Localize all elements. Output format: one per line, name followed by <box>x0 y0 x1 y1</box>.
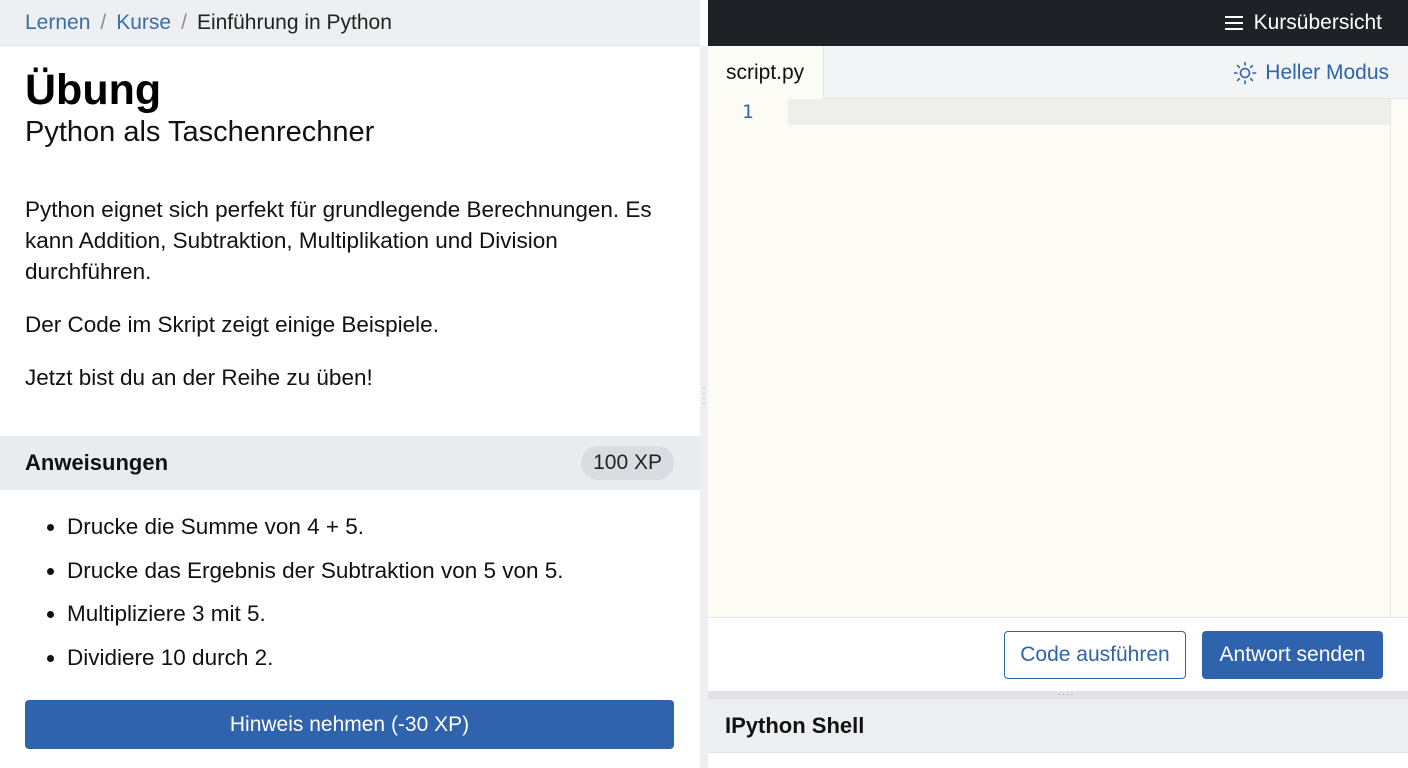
breadcrumb: Lernen / Kurse / Einführung in Python <box>0 0 700 46</box>
breadcrumb-link-kurse[interactable]: Kurse <box>116 11 171 35</box>
pane-splitter[interactable]: · · · · <box>700 46 708 768</box>
breadcrumb-separator: / <box>100 10 107 34</box>
description-paragraph: Jetzt bist du an der Reihe zu üben! <box>25 365 373 390</box>
breadcrumb-current: Einführung in Python <box>196 10 392 34</box>
splitter-handle-icon: ···· <box>702 383 706 409</box>
tab-script-py[interactable]: script.py <box>708 46 824 99</box>
sun-icon <box>1233 61 1257 84</box>
light-mode-label: Heller Modus <box>1265 60 1389 84</box>
description-paragraph: Der Code im Skript zeigt einige Beispiel… <box>25 312 439 337</box>
breadcrumb-separator: / <box>181 10 187 34</box>
submit-answer-button[interactable]: Antwort senden <box>1202 631 1383 679</box>
instruction-item: Drucke die Summe von 4 + 5. <box>67 510 677 554</box>
exercise-subtitle: Python als Taschenrechner <box>25 116 375 148</box>
xp-badge: 100 XP <box>581 446 674 480</box>
line-number: 1 <box>742 101 754 123</box>
editor-action-bar: Code ausführen Antwort senden <box>708 617 1408 691</box>
breadcrumb-link-lernen[interactable]: Lernen <box>25 11 90 35</box>
course-overview-label: Kursübersicht <box>1253 11 1382 34</box>
instructions-list: Drucke die Summe von 4 + 5. Drucke das E… <box>67 510 677 684</box>
shell-splitter[interactable]: ···· <box>708 689 1408 700</box>
shell-header: IPython Shell <box>708 699 1408 753</box>
run-code-button[interactable]: Code ausführen <box>1004 631 1186 679</box>
active-line-highlight <box>788 99 1390 125</box>
exercise-title: Übung <box>25 66 162 114</box>
instruction-item: Dividiere 10 durch 2. <box>67 641 677 685</box>
instructions-title: Anweisungen <box>25 450 169 475</box>
shell-console[interactable] <box>708 753 1408 768</box>
code-editor[interactable]: 1 <box>708 99 1408 617</box>
exercise-pane: Lernen / Kurse / Einführung in Python Üb… <box>0 0 700 768</box>
description-paragraph: Python eignet sich perfekt für grundlege… <box>25 197 652 284</box>
splitter-handle-icon: ···· <box>1057 689 1075 700</box>
hamburger-icon <box>1224 16 1243 30</box>
instructions-header: Anweisungen 100 XP <box>0 436 700 490</box>
editor-scrollbar[interactable] <box>1390 99 1408 617</box>
editor-tab-bar: script.py Heller Modus <box>708 46 1408 99</box>
instruction-item: Drucke das Ergebnis der Subtraktion von … <box>67 554 677 598</box>
take-hint-button[interactable]: Hinweis nehmen (-30 XP) <box>25 700 674 749</box>
instruction-item: Multipliziere 3 mit 5. <box>67 597 677 641</box>
course-overview-button[interactable]: Kursübersicht <box>1224 11 1382 35</box>
top-bar: Kursübersicht <box>708 0 1408 46</box>
light-mode-toggle[interactable]: Heller Modus <box>1233 46 1389 99</box>
exercise-description: Python eignet sich perfekt für grundlege… <box>25 194 675 415</box>
